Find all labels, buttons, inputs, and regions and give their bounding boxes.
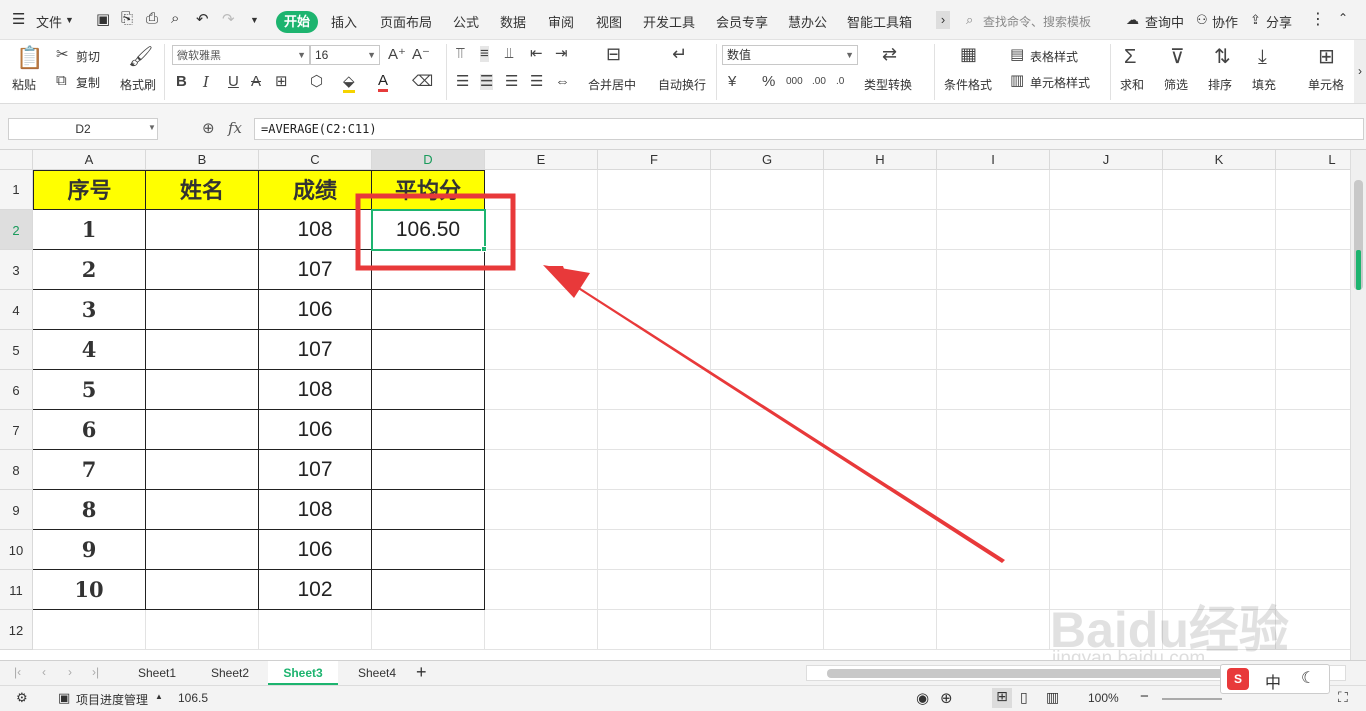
project-button[interactable]: 项目进度管理 [76, 691, 148, 708]
page-layout-view-icon[interactable]: ▯ [1020, 689, 1028, 706]
h-scroll-thumb[interactable] [827, 669, 1267, 678]
eye-icon[interactable]: ◉ [916, 689, 929, 707]
sogou-icon[interactable]: S [1227, 668, 1249, 690]
zoom-out-icon[interactable]: − [1140, 688, 1149, 705]
chinese-mode-icon[interactable]: 中 [1265, 669, 1281, 693]
moon-icon[interactable]: ☾ [1301, 668, 1315, 688]
status-value: 106.5 [178, 691, 209, 705]
page-break-view-icon[interactable]: ▥ [1046, 689, 1059, 706]
sheet-tab-bar: |‹ ‹ › ›| Sheet1 Sheet2 Sheet3 Sheet4 + [0, 660, 1366, 685]
last-sheet-icon[interactable]: ›| [92, 665, 99, 679]
next-sheet-icon[interactable]: › [68, 665, 72, 679]
center-view-icon[interactable]: ⊕ [940, 689, 953, 707]
sheet-tab-1[interactable]: Sheet1 [122, 661, 192, 685]
fullscreen-icon[interactable]: ⛶ [1338, 689, 1348, 706]
sheet-tab-2[interactable]: Sheet2 [196, 661, 264, 685]
normal-view-icon[interactable]: ⊞ [992, 688, 1012, 708]
project-icon: ▣ [58, 690, 71, 705]
sheet-tab-4[interactable]: Sheet4 [342, 661, 412, 685]
highlight-box [355, 193, 516, 271]
chevron-up-icon[interactable]: ▲ [155, 692, 163, 701]
add-sheet-icon[interactable]: + [416, 662, 427, 683]
sheet-tab-3[interactable]: Sheet3 [268, 661, 338, 685]
arrow-head [543, 265, 590, 298]
zoom-slider[interactable] [1162, 698, 1222, 700]
status-bar: ⚙ ▣ 项目进度管理 ▲ 106.5 ◉ ⊕ ⊞ ▯ ▥ 100% − ⛶ [0, 685, 1366, 711]
prev-sheet-icon[interactable]: ‹ [42, 665, 46, 679]
first-sheet-icon[interactable]: |‹ [14, 665, 21, 679]
macro-icon[interactable]: ⚙ [16, 690, 28, 706]
ime-toolbar: S 中 ☾ [1220, 664, 1330, 694]
zoom-level[interactable]: 100% [1088, 691, 1119, 705]
arrow-shaft [545, 266, 1005, 563]
